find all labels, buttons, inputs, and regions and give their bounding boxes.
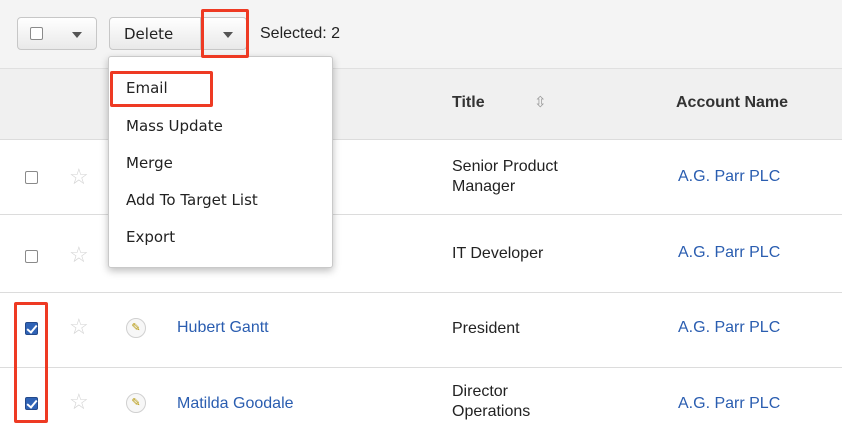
delete-button-label[interactable]: Delete: [124, 25, 173, 43]
row-account-link[interactable]: A.G. Parr PLC: [678, 244, 780, 262]
title-line: Senior Product: [452, 158, 558, 175]
button-divider: [200, 18, 201, 49]
title-line: Manager: [452, 178, 516, 195]
delete-button[interactable]: Delete: [109, 17, 247, 50]
row-account-link[interactable]: A.G. Parr PLC: [678, 319, 780, 337]
row-checkbox-checked[interactable]: [25, 322, 38, 335]
table-row[interactable]: ☆ ✎ Hubert Gantt President A.G. Parr PLC: [0, 293, 842, 368]
menu-item-email[interactable]: Email: [126, 79, 168, 97]
menu-item-add-to-target-list[interactable]: Add To Target List: [126, 191, 258, 209]
menu-item-merge[interactable]: Merge: [126, 154, 173, 172]
selected-count: Selected: 2: [260, 25, 341, 42]
table-row[interactable]: ☆ ✎ Matilda Goodale Director Operations …: [0, 368, 842, 423]
title-line: Director: [452, 383, 509, 400]
menu-item-mass-update[interactable]: Mass Update: [126, 117, 223, 135]
star-icon[interactable]: ☆: [69, 166, 89, 188]
star-icon[interactable]: ☆: [69, 391, 89, 413]
row-title: Senior Product Manager: [452, 157, 558, 197]
pencil-icon[interactable]: ✎: [126, 318, 146, 338]
star-icon[interactable]: ☆: [69, 316, 89, 338]
actions-dropdown-menu: Email Mass Update Merge Add To Target Li…: [108, 56, 333, 268]
row-checkbox-checked[interactable]: [25, 397, 38, 410]
row-checkbox[interactable]: [25, 250, 38, 263]
pencil-icon[interactable]: ✎: [126, 393, 146, 413]
row-title: IT Developer: [452, 245, 544, 262]
menu-item-export[interactable]: Export: [126, 228, 175, 246]
row-name-link[interactable]: Hubert Gantt: [177, 319, 269, 337]
star-icon[interactable]: ☆: [69, 244, 89, 266]
row-title: Director Operations: [452, 382, 530, 422]
select-all-checkbox[interactable]: [30, 27, 43, 40]
select-all-dropdown[interactable]: [17, 17, 97, 50]
row-account-link[interactable]: A.G. Parr PLC: [678, 168, 780, 186]
row-checkbox[interactable]: [25, 171, 38, 184]
row-account-link[interactable]: A.G. Parr PLC: [678, 395, 780, 413]
column-header-title[interactable]: Title: [452, 94, 485, 112]
chevron-down-icon[interactable]: [72, 32, 82, 38]
row-name-link[interactable]: Matilda Goodale: [177, 395, 294, 413]
sort-icon[interactable]: ⇳: [534, 93, 547, 111]
title-line: Operations: [452, 403, 531, 420]
actions-dropdown-icon[interactable]: [223, 32, 233, 38]
column-header-account-name[interactable]: Account Name: [676, 94, 788, 112]
row-title: President: [452, 320, 520, 337]
